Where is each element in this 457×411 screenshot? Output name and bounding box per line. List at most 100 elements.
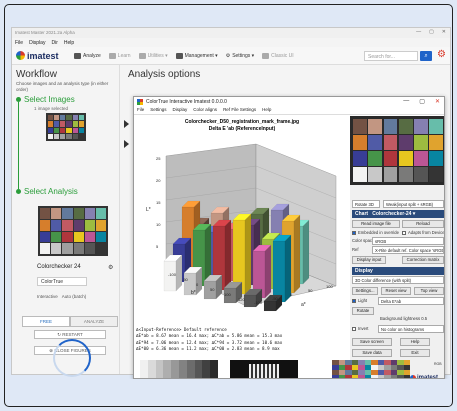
toolbar-learn[interactable]: Learn — [108, 52, 131, 59]
search-input[interactable]: Search for... — [364, 51, 418, 61]
bar-side — [244, 213, 252, 295]
invert-checkbox[interactable]: Invert — [352, 326, 368, 331]
thumbnail-color-chart[interactable] — [332, 360, 410, 378]
menu-display[interactable]: Display — [29, 40, 45, 46]
toolbar-management[interactable]: Management ▾ — [175, 52, 218, 59]
color-patch — [73, 219, 84, 231]
light-select[interactable]: Delta E*ab — [378, 297, 444, 305]
ref-select[interactable]: X-Rite default ref. Color space 'sRGB' — [372, 246, 444, 254]
display-input-button[interactable]: Display input — [352, 256, 386, 264]
toolbar-classic-ui-label: Classic UI — [271, 52, 294, 59]
dialog-close-button[interactable]: ✕ — [435, 98, 440, 105]
settings-gear-icon[interactable]: ⚙ — [437, 49, 446, 60]
dialog-menu-display[interactable]: Display — [173, 107, 188, 114]
tab-free[interactable]: FREE — [22, 316, 70, 327]
color-patch — [51, 243, 62, 254]
top-view-button[interactable]: Top view — [414, 287, 444, 295]
dialog-menu-help[interactable]: Help — [262, 107, 271, 114]
color-patch — [73, 243, 84, 254]
expand-arrow-icon[interactable] — [124, 140, 129, 148]
close-button[interactable]: ✕ — [442, 29, 446, 35]
menu-dir[interactable]: Dir — [51, 40, 57, 46]
reload-button[interactable]: Reload — [402, 220, 444, 228]
save-screen-button[interactable]: Save screen — [352, 338, 392, 346]
histogram-color-select[interactable]: No color on histograms — [378, 325, 444, 333]
workflow-title: Workflow — [16, 69, 57, 80]
menu-file[interactable]: File — [15, 40, 23, 46]
light-checkbox[interactable]: Light — [352, 298, 367, 303]
auto-batch-option[interactable]: Auto (batch) — [62, 294, 87, 299]
toolbar-utilities[interactable]: Utilities ▾ — [138, 52, 168, 59]
dialog-minimize-button[interactable]: — — [403, 98, 409, 105]
ref-label: Ref — [352, 247, 359, 252]
toolbar-classic-ui[interactable]: Classic UI — [262, 52, 294, 59]
thumbnail-test-chart[interactable] — [230, 360, 298, 378]
correction-matrix-button[interactable]: Correction matrix — [402, 256, 444, 264]
color-patch — [398, 119, 413, 134]
gear-icon: ⚙ — [225, 52, 231, 59]
analysis-option-value: ColorTrue — [41, 279, 64, 285]
help-button[interactable]: Help — [400, 338, 430, 346]
z-tick-label: 15 — [156, 200, 161, 205]
color-patch — [60, 115, 66, 121]
dialog-menu-settings[interactable]: Settings — [150, 107, 166, 114]
adapt-device-checkbox[interactable]: Adapts from Device — [402, 230, 444, 235]
gray-step — [186, 360, 195, 378]
analysis-thumbnail[interactable] — [38, 206, 108, 256]
tab-analyze[interactable]: ANALYZE — [70, 316, 118, 327]
embedded-profile-checkbox[interactable]: Embedded in override — [352, 230, 399, 235]
bar-front — [272, 240, 286, 303]
reset-view-button[interactable]: Reset view — [381, 287, 411, 295]
restart-button[interactable]: ↻ RESTART — [34, 330, 106, 339]
color-patch — [414, 167, 428, 182]
toolbar-analyze-label: Analyze — [83, 52, 101, 59]
color-patch — [368, 135, 382, 150]
dialog-menu-file[interactable]: File — [137, 107, 144, 114]
color-patch — [84, 219, 95, 231]
dialog-menu-ref-file-settings[interactable]: Ref File Settings — [223, 107, 256, 114]
step-select-analysis[interactable]: Select Analysis — [16, 187, 78, 196]
color-patch — [398, 135, 413, 150]
plot-bars — [163, 200, 310, 312]
rotate-button[interactable]: Rotate — [352, 307, 374, 315]
interactive-option[interactable]: Interactive — [37, 294, 58, 299]
display-select[interactable]: 3D Color difference (with split) — [352, 276, 444, 284]
color-patch — [398, 167, 413, 182]
color-patch — [353, 119, 367, 134]
view-select[interactable]: Weak(input split + sRGB) — [383, 200, 444, 208]
logo-text: imatest — [27, 50, 59, 61]
analysis-settings-gear-icon[interactable]: ⚙ — [108, 264, 113, 271]
step-select-images[interactable]: Select Images — [16, 95, 75, 104]
rotate-select[interactable]: Rotate 3D — [352, 200, 380, 208]
thumbnail-grayscale[interactable] — [140, 360, 218, 378]
menu-bar: File Display Dir Help — [12, 38, 450, 47]
delta-e-3d-plot[interactable]: Colorchecker_D50_registration_mark_frame… — [136, 116, 348, 326]
z-tick-label: 5 — [156, 244, 159, 249]
toolbar-settings[interactable]: ⚙ Settings ▾ — [226, 53, 254, 59]
save-data-button[interactable]: Save data — [352, 349, 392, 357]
color-patch — [95, 219, 106, 231]
color-patch — [48, 133, 54, 139]
expand-arrow-icon[interactable] — [124, 120, 129, 128]
settings-button[interactable]: Settings... — [352, 287, 378, 295]
dialog-maximize-button[interactable]: ▢ — [419, 98, 425, 105]
color-space-select[interactable]: sRGB — [372, 237, 444, 245]
selected-image-thumbnail[interactable] — [46, 113, 86, 141]
color-space-label: Color space — [352, 238, 375, 243]
window-titlebar: Imatest Master 2021.2a Alpha — ▢ ✕ — [12, 28, 450, 38]
toolbar-analyze[interactable]: Analyze — [74, 52, 101, 59]
color-patch — [429, 135, 443, 150]
toolbar-utilities-label: Utilities ▾ — [147, 52, 168, 59]
maximize-button[interactable]: ▢ — [429, 29, 434, 35]
read-image-file-button[interactable]: Read image file — [352, 220, 400, 228]
analysis-option-select[interactable]: ColorTrue — [37, 277, 87, 286]
chart-name: Colorchecker-24 — [372, 211, 412, 217]
menu-help[interactable]: Help — [64, 40, 74, 46]
color-patch — [398, 151, 413, 166]
minimize-button[interactable]: — — [416, 29, 421, 35]
light-label: Light — [358, 298, 368, 303]
background-lightness-control[interactable]: Background lightness 0.5 — [380, 316, 427, 321]
search-button[interactable]: ⌕ — [420, 51, 432, 61]
dialog-menu-color-aligns[interactable]: Color aligns — [193, 107, 217, 114]
exit-button[interactable]: Exit — [400, 349, 430, 357]
